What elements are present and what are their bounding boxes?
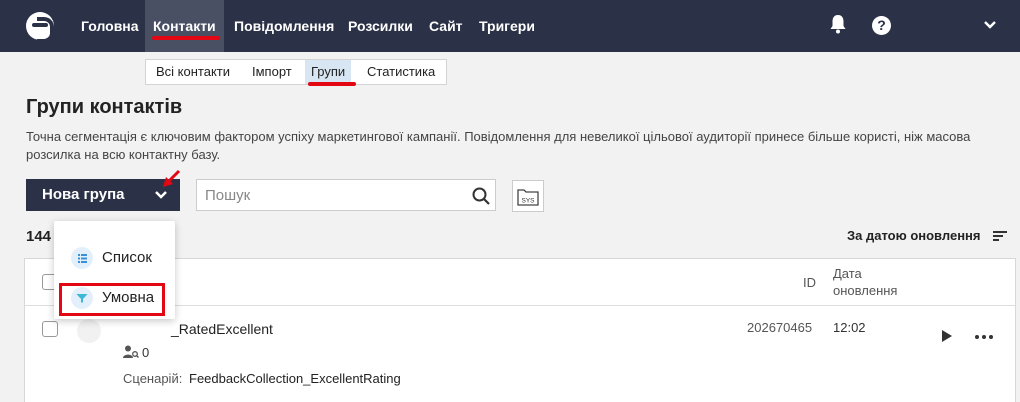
contacts-subtabs: Всі контакти Імпорт Групи Статистика [145,59,447,85]
group-name[interactable]: _RatedExcellent [171,321,273,337]
new-group-label: Нова група [42,186,125,203]
subtab-all-contacts[interactable]: Всі контакти [156,60,230,84]
active-subtab-underline [308,82,356,86]
page-title: Групи контактів [26,96,183,118]
scenario-value: FeedbackCollection_ExcellentRating [189,371,401,386]
top-nav-bar: Головна Контакти Повідомлення Розсилки С… [0,0,1020,52]
contacts-icon [123,345,139,358]
red-arrow-annotation-icon [163,169,181,187]
sort-by-label[interactable]: За датою оновлення [847,228,980,243]
nav-item-messages[interactable]: Повідомлення [234,0,334,52]
dropdown-item-list[interactable]: Список [62,244,168,272]
list-icon [71,247,93,269]
search-box [196,179,496,211]
dropdown-item-list-label: Список [102,249,152,266]
bell-icon[interactable] [829,14,847,34]
groups-count: 144 [26,228,52,245]
nav-item-contacts[interactable]: Контакти [145,0,224,52]
group-id: 202670465 [747,320,813,335]
group-contacts-count: 0 [142,345,150,360]
app-logo-icon[interactable] [26,12,54,43]
group-avatar [77,319,101,343]
nav-item-site[interactable]: Сайт [429,0,463,52]
system-groups-button[interactable]: SYS [512,180,544,212]
column-header-date-line1: Дата [833,266,862,281]
column-header-id[interactable]: ID [803,275,816,290]
search-icon[interactable] [471,186,491,206]
subtab-import[interactable]: Імпорт [252,60,292,84]
column-header-date[interactable]: Дата оновлення [833,265,897,299]
search-input[interactable] [205,180,455,210]
sort-icon[interactable] [992,230,1008,242]
active-nav-underline [152,36,220,40]
sys-label: SYS [521,198,535,205]
group-updated-time: 12:02 [833,320,866,335]
column-header-date-line2: оновлення [833,283,898,298]
scenario-label: Сценарій: [123,371,183,386]
help-icon[interactable]: ? [872,16,891,35]
chevron-down-icon[interactable] [983,18,997,32]
more-options-icon[interactable] [975,335,993,339]
nav-item-mailings[interactable]: Розсилки [348,0,413,52]
nav-item-home[interactable]: Головна [81,0,139,52]
highlight-box-annotation [59,283,165,316]
new-group-button[interactable]: Нова група [26,179,180,211]
folder-sys-icon: SYS [517,189,539,206]
page-description: Точна сегментація є ключовим фактором ус… [26,129,971,162]
nav-item-triggers[interactable]: Тригери [479,0,535,52]
play-icon[interactable] [941,329,953,343]
row-checkbox[interactable] [42,321,58,337]
subtab-groups[interactable]: Групи [305,60,352,84]
subtab-statistics[interactable]: Статистика [367,60,435,84]
